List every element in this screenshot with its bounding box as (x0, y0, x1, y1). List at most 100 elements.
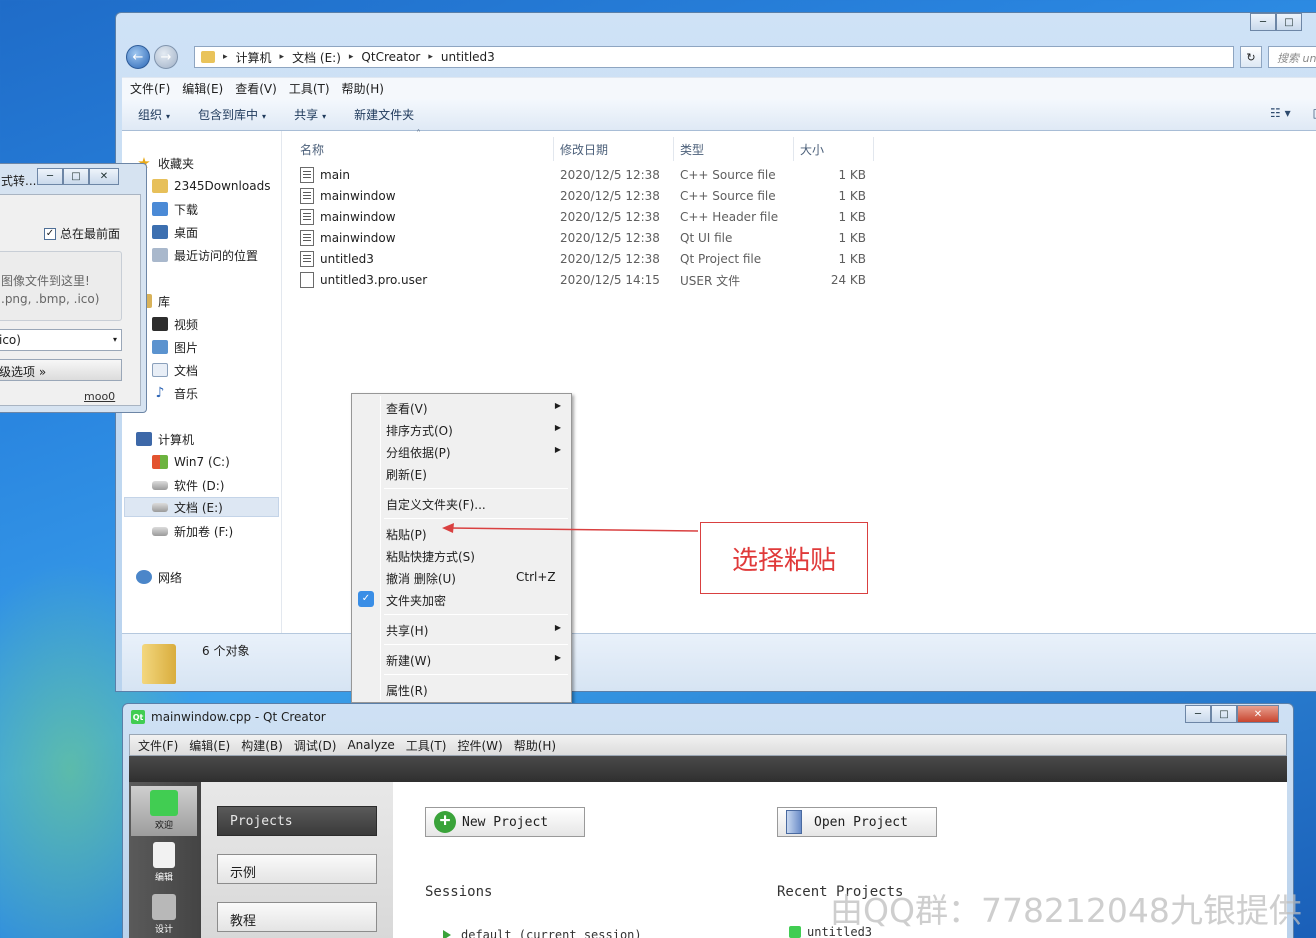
column-name[interactable]: 名称 (282, 137, 554, 161)
moo0-link[interactable]: moo0 (84, 390, 115, 403)
new-project-button[interactable]: + New Project (425, 807, 585, 837)
play-icon (443, 930, 451, 938)
menu-item-properties[interactable]: 属性(R) (354, 678, 569, 700)
back-button[interactable]: ← (126, 45, 150, 69)
refresh-button[interactable]: ↻ (1240, 46, 1262, 68)
column-size[interactable]: 大小 (794, 137, 874, 161)
maximize-button[interactable]: □ (63, 168, 89, 185)
maximize-button[interactable]: □ (1276, 13, 1302, 31)
search-input[interactable]: 搜索 untitled3 (1268, 46, 1316, 68)
menu-item-customize-folder[interactable]: 自定义文件夹(F)... (354, 492, 569, 514)
nav-tutorials[interactable]: 教程 (217, 902, 377, 932)
close-button[interactable]: ✕ (1237, 705, 1279, 723)
breadcrumb-computer[interactable]: 计算机 (236, 49, 272, 66)
tool-window-controls: ─ □ ✕ (37, 168, 119, 185)
qt-menu-edit[interactable]: 编辑(E) (189, 737, 230, 754)
context-menu: 查看(V) ▶ 排序方式(O) ▶ 分组依据(P) ▶ 刷新(E) 自定义文件夹(F)… (351, 393, 572, 703)
nav-recent-places[interactable]: 最近访问的位置 (152, 245, 258, 265)
menu-separator (384, 674, 568, 675)
menu-edit[interactable]: 编辑(E) (182, 80, 223, 97)
video-icon (152, 317, 168, 331)
nav-desktop[interactable]: 桌面 (152, 222, 198, 242)
nav-downloads[interactable]: 下载 (152, 199, 198, 219)
minimize-button[interactable]: ─ (1250, 13, 1276, 31)
nav-pictures[interactable]: 图片 (152, 337, 198, 357)
maximize-button[interactable]: □ (1211, 705, 1237, 723)
nav-examples[interactable]: 示例 (217, 854, 377, 884)
preview-pane-icon[interactable]: ◫ (1313, 106, 1316, 120)
column-date[interactable]: 修改日期 (554, 137, 674, 161)
menu-item-view[interactable]: 查看(V) ▶ (354, 396, 569, 418)
menu-item-new[interactable]: 新建(W) ▶ (354, 648, 569, 670)
menu-item-share[interactable]: 共享(H) ▶ (354, 618, 569, 640)
menu-file[interactable]: 文件(F) (130, 80, 170, 97)
menu-item-group-by[interactable]: 分组依据(P) ▶ (354, 440, 569, 462)
nav-documents[interactable]: 文档 (152, 360, 198, 380)
column-type[interactable]: 类型 (674, 137, 794, 161)
nav-music[interactable]: ♪ 音乐 (152, 383, 198, 403)
open-project-button[interactable]: Open Project (777, 807, 937, 837)
menu-item-sort-by[interactable]: 排序方式(O) ▶ (354, 418, 569, 440)
menu-item-refresh[interactable]: 刷新(E) (354, 462, 569, 484)
menu-item-paste-shortcut[interactable]: 粘贴快捷方式(S) (354, 544, 569, 566)
advanced-options-button[interactable]: 级选项 » (0, 359, 122, 381)
breadcrumb-separator: ▸ (223, 52, 228, 62)
close-button[interactable]: ✕ (89, 168, 119, 185)
format-select[interactable]: ico) ▾ (0, 329, 122, 351)
drop-zone[interactable]: 图像文件到这里! .png, .bmp, .ico) (0, 251, 122, 321)
qt-menu-analyze[interactable]: Analyze (347, 738, 394, 752)
minimize-button[interactable]: ─ (37, 168, 63, 185)
nav-projects[interactable]: Projects (217, 806, 377, 836)
recent-places-icon (152, 248, 168, 262)
menu-help[interactable]: 帮助(H) (342, 80, 384, 97)
header-file-icon (300, 209, 314, 225)
new-folder-button[interactable]: 新建文件夹 (354, 106, 414, 123)
downloads-icon (152, 202, 168, 216)
explorer-toolbar: 组织▾ 包含到库中▾ 共享▾ 新建文件夹 ☷ ▾ ◫ (122, 99, 1316, 131)
mode-design[interactable]: 设计 (131, 890, 197, 938)
minimize-button[interactable]: ─ (1185, 705, 1211, 723)
menu-separator (384, 614, 568, 615)
share-button[interactable]: 共享 ▾ (294, 106, 326, 123)
breadcrumb-qtcreator[interactable]: QtCreator (361, 50, 420, 64)
drop-zone-hint: 图像文件到这里! (1, 274, 90, 288)
forward-button[interactable]: → (154, 45, 178, 69)
nav-drive-f[interactable]: 新加卷 (F:) (152, 521, 233, 541)
qt-menu-file[interactable]: 文件(F) (138, 737, 178, 754)
explorer-window-controls: ─ □ (1250, 13, 1302, 31)
item-count: 6 个对象 (202, 644, 250, 658)
chevron-down-icon: ▾ (322, 112, 327, 121)
submenu-arrow-icon: ▶ (554, 423, 561, 432)
annotation-callout: 选择粘贴 (700, 522, 868, 594)
mode-edit[interactable]: 编辑 (131, 838, 197, 888)
always-on-top-checkbox[interactable]: ✓ 总在最前面 (44, 225, 120, 242)
desktop-icon (152, 225, 168, 239)
nav-network[interactable]: 网络 (136, 567, 182, 587)
qt-menu-tools[interactable]: 工具(T) (406, 737, 447, 754)
nav-drive-d[interactable]: 软件 (D:) (152, 475, 224, 495)
menu-item-undo-delete[interactable]: 撤消 删除(U) Ctrl+Z (354, 566, 569, 588)
blank-file-icon (300, 272, 314, 288)
qt-menu-help[interactable]: 帮助(H) (514, 737, 556, 754)
view-mode-icon[interactable]: ☷ ▾ (1270, 106, 1291, 120)
nav-drive-c[interactable]: Win7 (C:) (152, 452, 230, 472)
nav-2345downloads[interactable]: 2345Downloads (152, 176, 270, 196)
nav-computer[interactable]: 计算机 (136, 429, 194, 449)
nav-drive-e[interactable]: 文档 (E:) (124, 497, 279, 517)
breadcrumb-drive-e[interactable]: 文档 (E:) (292, 49, 341, 66)
mode-welcome[interactable]: 欢迎 (131, 786, 197, 836)
chevron-down-icon: ▾ (166, 112, 171, 121)
breadcrumb-untitled3[interactable]: untitled3 (441, 50, 495, 64)
menu-item-folder-encrypt[interactable]: ✓ 文件夹加密 (354, 588, 569, 610)
menu-view[interactable]: 查看(V) (235, 80, 277, 97)
session-item[interactable]: default (current session) (443, 928, 642, 938)
nav-videos[interactable]: 视频 (152, 314, 198, 334)
menu-tools[interactable]: 工具(T) (289, 80, 330, 97)
qt-menu-widgets[interactable]: 控件(W) (457, 737, 502, 754)
qt-menu-debug[interactable]: 调试(D) (294, 737, 337, 754)
address-bar[interactable]: ▸ 计算机 ▸ 文档 (E:) ▸ QtCreator ▸ untitled3 (194, 46, 1234, 68)
qt-menu-build[interactable]: 构建(B) (241, 737, 283, 754)
include-in-library-button[interactable]: 包含到库中 ▾ (198, 106, 266, 123)
sessions-heading: Sessions (425, 884, 493, 900)
organize-button[interactable]: 组织 ▾ (138, 106, 170, 123)
